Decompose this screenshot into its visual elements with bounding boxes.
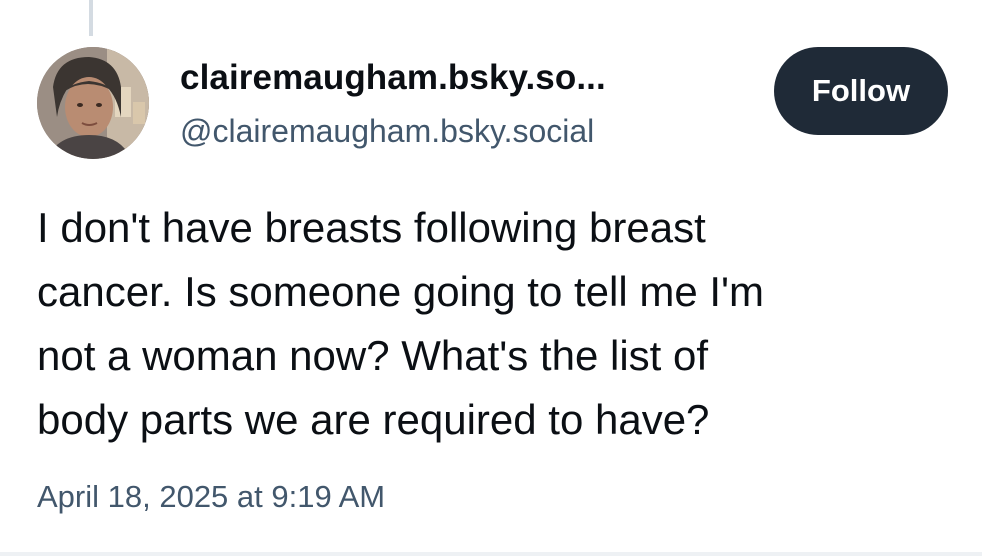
divider — [0, 552, 982, 556]
author-handle[interactable]: @clairemaugham.bsky.social — [180, 113, 594, 150]
thread-connector-line — [89, 0, 93, 36]
post-text-line: not a woman now? What's the list of — [37, 332, 709, 379]
author-avatar[interactable] — [37, 47, 149, 159]
post-timestamp[interactable]: April 18, 2025 at 9:19 AM — [37, 479, 385, 515]
author-display-name[interactable]: clairemaugham.bsky.so... — [180, 58, 606, 98]
post-text-line: cancer. Is someone going to tell me I'm — [37, 268, 765, 315]
post-text-line: I don't have breasts following breast — [37, 204, 706, 251]
post-text: I don't have breasts following breast ca… — [37, 196, 957, 452]
post-text-line: body parts we are required to have? — [37, 396, 710, 443]
avatar-photo-icon — [37, 47, 149, 159]
follow-button[interactable]: Follow — [774, 47, 948, 135]
